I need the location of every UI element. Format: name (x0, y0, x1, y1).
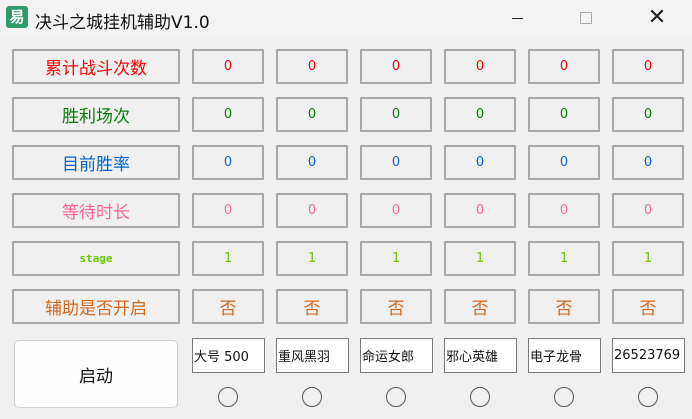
win-rate-value-1: 0 (192, 145, 264, 180)
close-icon: ✕ (647, 5, 667, 30)
total-battles-value-5: 0 (528, 49, 600, 84)
stage-value-6: 1 (612, 241, 684, 276)
total-battles-value-3: 0 (360, 49, 432, 84)
total-battles-value-4: 0 (444, 49, 516, 84)
win-rate-value-6: 0 (612, 145, 684, 180)
win-rate-value-5: 0 (528, 145, 600, 180)
stage-value-5: 1 (528, 241, 600, 276)
account-radio-5[interactable] (554, 387, 574, 407)
minimize-icon (511, 17, 523, 19)
title-bar: 易 决斗之城挂机辅助V1.0 ✕ (0, 0, 692, 36)
account-radio-3[interactable] (386, 387, 406, 407)
wait-time-label: 等待时长 (12, 193, 180, 228)
account-input-3[interactable]: 命运女郎 (360, 338, 433, 373)
window-title: 决斗之城挂机辅助V1.0 (35, 13, 210, 33)
assist-enabled-value-3: 否 (360, 289, 432, 324)
win-rate-value-2: 0 (276, 145, 348, 180)
total-battles-value-6: 0 (612, 49, 684, 84)
assist-enabled-value-4: 否 (444, 289, 516, 324)
wait-time-value-3: 0 (360, 193, 432, 228)
wait-time-value-2: 0 (276, 193, 348, 228)
wins-value-3: 0 (360, 97, 432, 132)
wins-value-6: 0 (612, 97, 684, 132)
win-rate-value-4: 0 (444, 145, 516, 180)
wait-time-value-5: 0 (528, 193, 600, 228)
account-input-5[interactable]: 电子龙骨 (528, 338, 601, 373)
account-input-2[interactable]: 重风黑羽 (276, 338, 349, 373)
stage-value-1: 1 (192, 241, 264, 276)
stage-label: stage (12, 241, 180, 276)
wins-label: 胜利场次 (12, 97, 180, 132)
win-rate-label: 目前胜率 (12, 145, 180, 180)
wins-value-4: 0 (444, 97, 516, 132)
wait-time-value-1: 0 (192, 193, 264, 228)
wait-time-value-4: 0 (444, 193, 516, 228)
account-radio-2[interactable] (302, 387, 322, 407)
assist-enabled-label: 辅助是否开启 (12, 289, 180, 324)
account-input-6[interactable]: 26523769 (612, 338, 685, 373)
total-battles-label: 累计战斗次数 (12, 49, 180, 84)
wins-value-1: 0 (192, 97, 264, 132)
stage-value-3: 1 (360, 241, 432, 276)
close-button[interactable]: ✕ (634, 0, 680, 36)
wins-value-2: 0 (276, 97, 348, 132)
stage-value-2: 1 (276, 241, 348, 276)
account-radio-4[interactable] (470, 387, 490, 407)
account-input-4[interactable]: 邪心英雄 (444, 338, 517, 373)
stage-value-4: 1 (444, 241, 516, 276)
minimize-button[interactable] (494, 0, 540, 36)
account-radio-6[interactable] (638, 387, 658, 407)
account-radio-1[interactable] (218, 387, 238, 407)
wait-time-value-6: 0 (612, 193, 684, 228)
maximize-icon (580, 12, 592, 24)
total-battles-value-1: 0 (192, 49, 264, 84)
assist-enabled-value-1: 否 (192, 289, 264, 324)
account-input-1[interactable]: 大号 500 (192, 338, 265, 373)
app-logo-icon: 易 (6, 6, 28, 28)
maximize-button[interactable] (563, 0, 609, 36)
assist-enabled-value-5: 否 (528, 289, 600, 324)
assist-enabled-value-6: 否 (612, 289, 684, 324)
win-rate-value-3: 0 (360, 145, 432, 180)
start-button[interactable]: 启动 (14, 340, 178, 408)
wins-value-5: 0 (528, 97, 600, 132)
total-battles-value-2: 0 (276, 49, 348, 84)
assist-enabled-value-2: 否 (276, 289, 348, 324)
